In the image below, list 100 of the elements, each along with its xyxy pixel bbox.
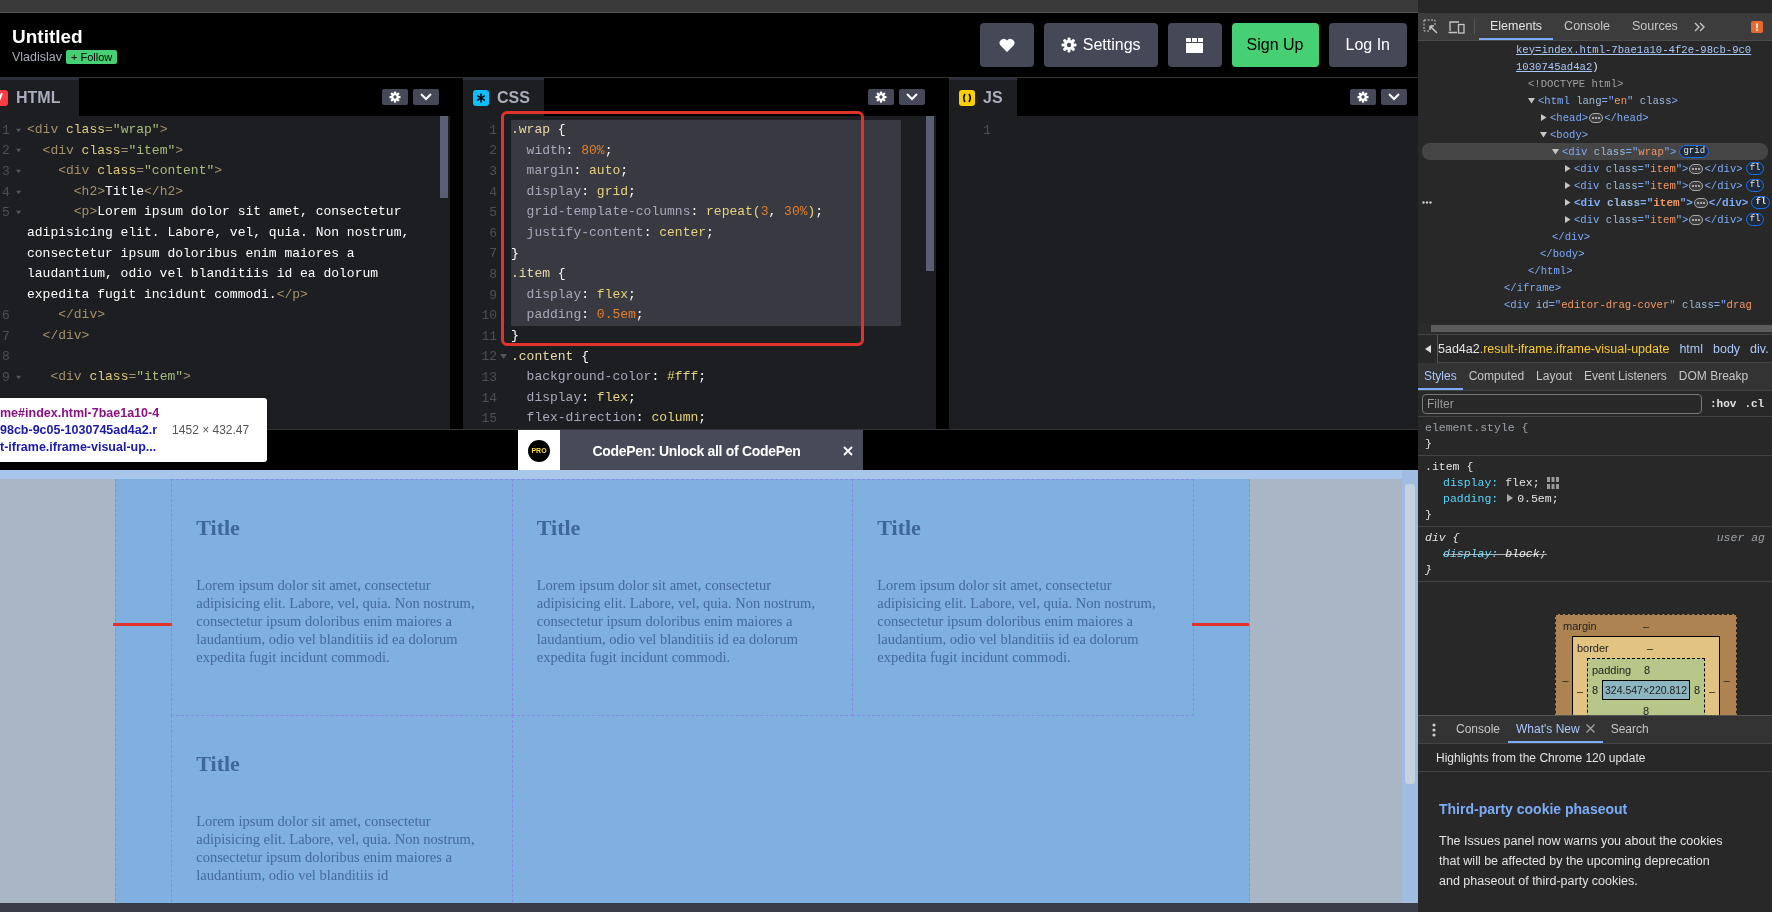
drawer-tab[interactable]: Search bbox=[1602, 716, 1657, 743]
heart-icon bbox=[998, 38, 1015, 52]
dom-node[interactable]: <html lang="en" class> bbox=[1538, 94, 1678, 107]
devtools-tab[interactable]: Console bbox=[1553, 13, 1621, 40]
code-line: <div class="item"> bbox=[49, 368, 191, 387]
collapse-button[interactable] bbox=[1381, 89, 1407, 105]
scrollbar-thumb[interactable] bbox=[1431, 325, 1772, 332]
breadcrumb[interactable]: body bbox=[1713, 341, 1741, 356]
dom-node[interactable]: <!DOCTYPE html> bbox=[1528, 77, 1624, 90]
dom-node[interactable]: <head> bbox=[1550, 111, 1589, 124]
dom-node[interactable]: key=index.html-7bae1a10-4f2e-98cb-9c0 bbox=[1516, 43, 1752, 56]
love-button[interactable] bbox=[979, 23, 1034, 67]
gear-icon bbox=[1060, 37, 1077, 53]
dom-node[interactable]: </head> bbox=[1604, 111, 1649, 124]
rule-source[interactable]: user ag bbox=[1716, 530, 1765, 546]
editor-tab[interactable]: HTML bbox=[0, 78, 79, 116]
styles-tab[interactable]: DOM Breakp bbox=[1672, 363, 1755, 390]
devtools-tab[interactable]: Elements bbox=[1479, 13, 1554, 40]
sign-up-button[interactable]: Sign Up bbox=[1231, 23, 1319, 67]
code-line: <div class="item"> bbox=[41, 141, 184, 160]
dom-node[interactable]: <div class="wrap"> bbox=[1562, 145, 1677, 158]
devtools-tab[interactable]: Sources bbox=[1621, 13, 1689, 40]
author-name[interactable]: Vladislav bbox=[12, 50, 63, 64]
settings-button[interactable] bbox=[382, 89, 408, 105]
collapse-arrow-icon[interactable] bbox=[1528, 97, 1535, 104]
collapse-button[interactable] bbox=[899, 89, 925, 105]
flex-editor-icon bbox=[1545, 476, 1560, 490]
log-in-button[interactable]: Log In bbox=[1328, 23, 1407, 67]
layout-button[interactable] bbox=[1167, 23, 1222, 67]
styles-tab[interactable]: Styles bbox=[1418, 363, 1463, 390]
dom-node[interactable]: <div id="editor-drag-cover" class="drag bbox=[1504, 298, 1752, 311]
close-icon bbox=[843, 445, 853, 456]
styles-tab[interactable]: Computed bbox=[1462, 363, 1531, 390]
breadcrumb[interactable]: html bbox=[1679, 341, 1703, 356]
dom-node[interactable]: </div> bbox=[1704, 162, 1743, 175]
layout-badge[interactable]: fl bbox=[1751, 196, 1771, 209]
layout-badge[interactable]: fl bbox=[1745, 213, 1765, 226]
code-line: display: flex; bbox=[525, 388, 636, 407]
drawer-tab[interactable]: What's New bbox=[1508, 716, 1603, 743]
breadcrumb[interactable]: 5ad4a2.result-iframe.iframe-visual-update bbox=[1438, 341, 1670, 356]
content-size: 324.547×220.812 bbox=[1601, 680, 1690, 700]
filter-field[interactable]: Filter bbox=[1422, 393, 1702, 414]
dom-node[interactable]: <div class="item"> bbox=[1574, 162, 1689, 175]
code-line: </div> bbox=[57, 306, 105, 325]
banner-text: CodePen: Unlock all of CodePen bbox=[591, 442, 802, 459]
dom-node[interactable]: <div class="item"> bbox=[1574, 213, 1689, 226]
hover-state-button[interactable]: :hov bbox=[1710, 397, 1737, 410]
collapse-arrow-icon[interactable] bbox=[1552, 148, 1559, 155]
expand-arrow-icon[interactable] bbox=[1564, 182, 1571, 189]
code-line: .content { bbox=[511, 347, 590, 366]
css-brace: } bbox=[1425, 562, 1433, 578]
layout-badge[interactable]: grid bbox=[1679, 145, 1710, 158]
styles-tab[interactable]: Layout bbox=[1530, 363, 1579, 390]
expand-arrow-icon[interactable] bbox=[1564, 199, 1571, 206]
article-text: The Issues panel now warns you about the cookies that will be affected by the upcoming deprecation and phaseout of third-party cookies. bbox=[1439, 833, 1724, 890]
dom-node[interactable]: </div> bbox=[1704, 179, 1743, 192]
styles-tab[interactable]: Event Listeners bbox=[1578, 363, 1673, 390]
settings-button[interactable] bbox=[1350, 89, 1376, 105]
layout-badge[interactable]: fl bbox=[1745, 179, 1765, 192]
left-arrow-icon bbox=[1424, 344, 1431, 353]
dom-node[interactable]: </div> bbox=[1552, 230, 1591, 243]
scrollbar-thumb[interactable] bbox=[1405, 484, 1415, 784]
settings-button[interactable]: Settings bbox=[1043, 23, 1158, 67]
editor-tab[interactable]: JS bbox=[949, 78, 1017, 116]
code-line: </div> bbox=[41, 326, 90, 345]
expand-arrow-icon[interactable] bbox=[1564, 216, 1571, 223]
dom-node[interactable]: <div class="item"> bbox=[1574, 179, 1689, 192]
dom-node[interactable]: <div class="item"> bbox=[1574, 196, 1693, 209]
expand-arrow-icon[interactable] bbox=[1540, 114, 1547, 121]
dom-node[interactable]: </div> bbox=[1708, 196, 1749, 209]
css-brace: } bbox=[1425, 507, 1433, 523]
selected-row[interactable]: <div class="wrap"> grid bbox=[1422, 143, 1768, 160]
scrollbar-thumb[interactable] bbox=[440, 116, 448, 198]
settings-button[interactable] bbox=[868, 89, 894, 105]
dom-node[interactable]: </body> bbox=[1540, 247, 1585, 260]
card-text: Lorem ipsum dolor sit amet, consectetur adipisicing elit. Labore, vel, quia. Non nostrum, consectetur ipsum doloribus enim maiores a laudantium, odio vel blanditiis id ea dolorum expedita fugit incidunt commodi. bbox=[196, 575, 476, 666]
follow-button[interactable]: + Follow bbox=[66, 50, 118, 64]
drawer-tab[interactable]: Console bbox=[1448, 716, 1509, 743]
editor-tab[interactable]: CSS bbox=[463, 78, 544, 116]
article-heading[interactable]: Third-party cookie phaseout bbox=[1439, 801, 1751, 817]
class-button[interactable]: .cl bbox=[1744, 397, 1765, 410]
dom-node[interactable]: </html> bbox=[1528, 264, 1573, 277]
dom-node[interactable]: </div> bbox=[1704, 213, 1743, 226]
scrollbar-thumb[interactable] bbox=[926, 116, 934, 271]
marker-line bbox=[1192, 623, 1249, 626]
expand-arrow-icon[interactable] bbox=[1564, 165, 1571, 172]
collapse-arrow-icon[interactable] bbox=[1540, 131, 1547, 138]
code-line: consectetur ipsum doloribus enim maiores a bbox=[27, 244, 355, 263]
dom-node[interactable]: </iframe> bbox=[1504, 281, 1562, 294]
breadcrumb[interactable]: div. bbox=[1750, 341, 1769, 356]
dom-node[interactable]: 1030745ad4a2) bbox=[1516, 60, 1599, 73]
scroll-left-button[interactable] bbox=[1418, 334, 1438, 363]
device-icon bbox=[1448, 19, 1465, 34]
collapse-button[interactable] bbox=[413, 89, 439, 105]
code-line: laudantium, odio vel blanditiis id ea dolorum bbox=[27, 265, 379, 284]
dom-node[interactable]: <body> bbox=[1550, 128, 1589, 141]
code-line: <h2>Title</h2> bbox=[72, 182, 184, 201]
box-label: padding bbox=[1591, 663, 1633, 676]
layout-badge[interactable]: fl bbox=[1745, 162, 1765, 175]
chevrons-icon bbox=[1693, 21, 1706, 32]
